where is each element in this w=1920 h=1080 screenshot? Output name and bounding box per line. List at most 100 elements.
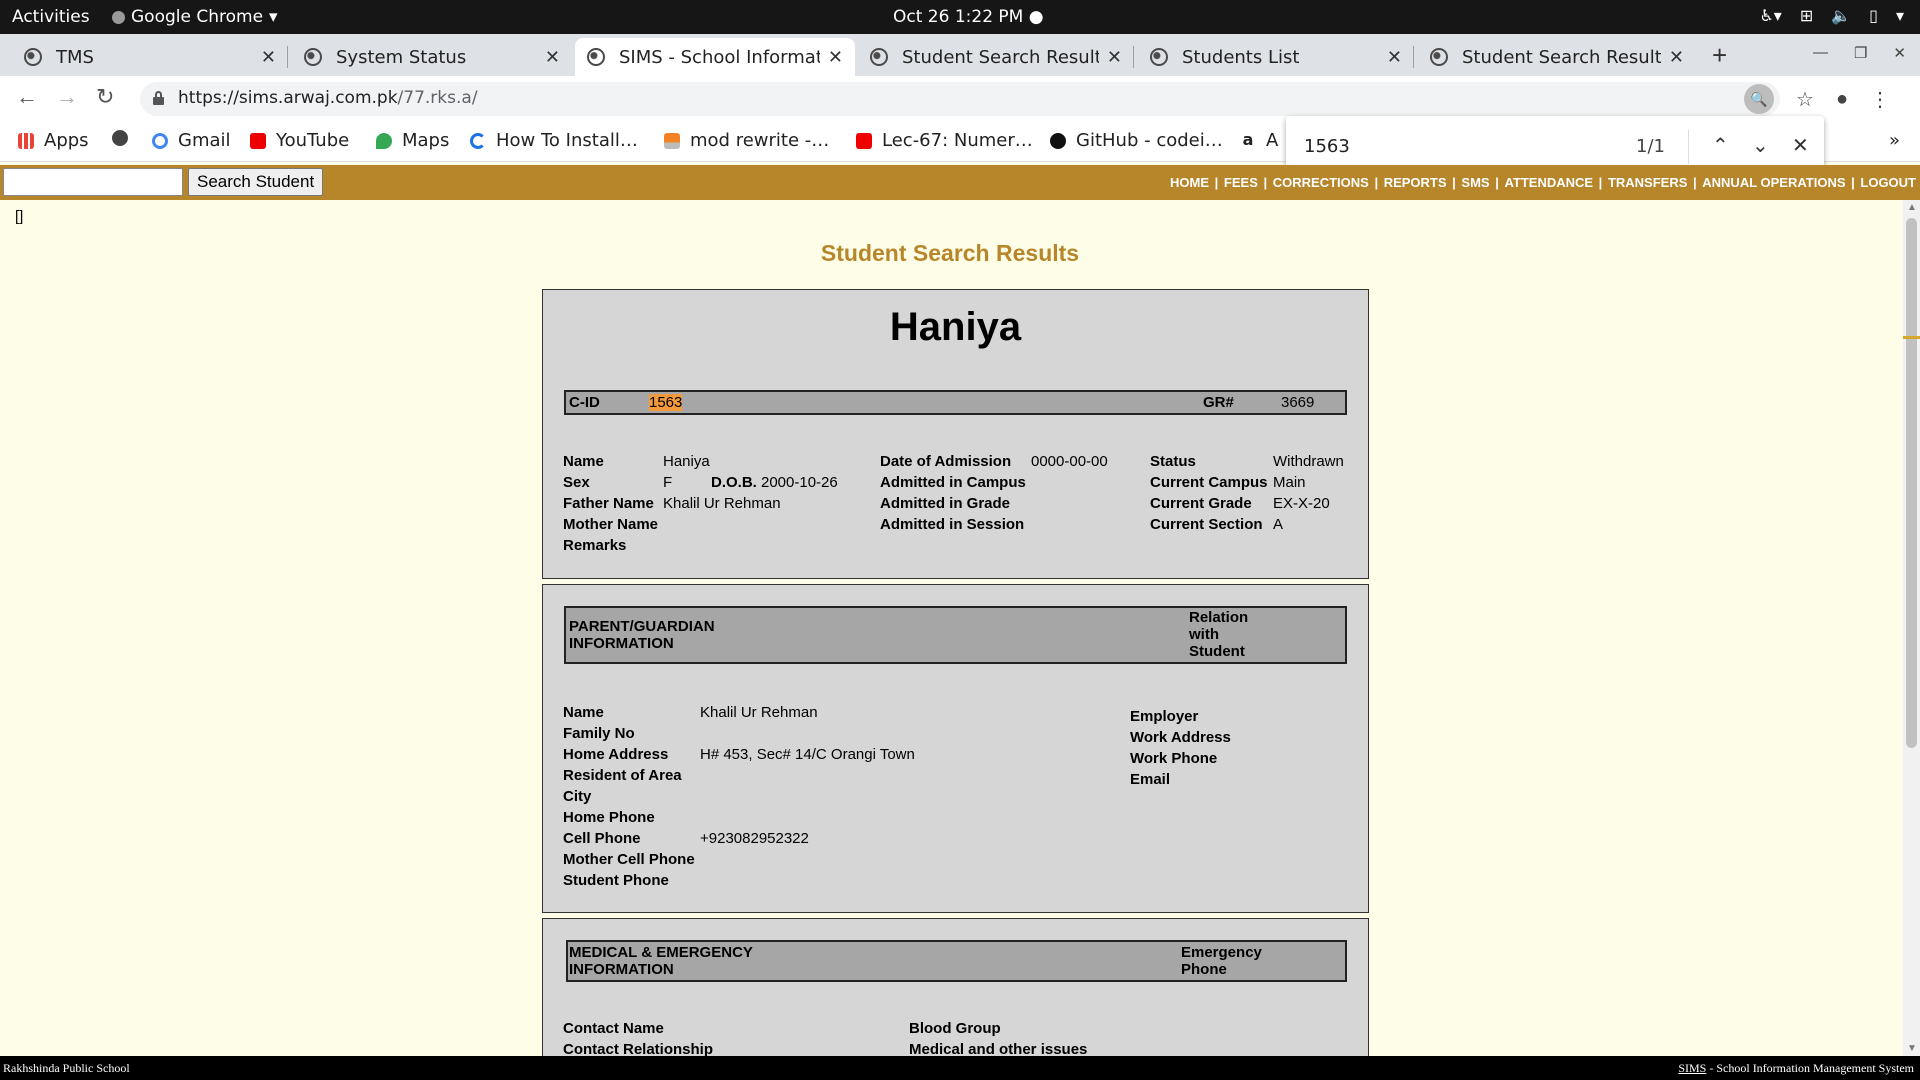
- close-icon[interactable]: ✕: [1107, 47, 1122, 68]
- tab-sims-active[interactable]: SIMS - School Informati ✕: [575, 38, 855, 76]
- find-close-icon[interactable]: ✕: [1792, 133, 1809, 157]
- loading-icon: [470, 132, 486, 149]
- bookmark-label: YouTube: [276, 130, 350, 151]
- tab-system-status[interactable]: System Status ✕: [292, 38, 572, 76]
- menu-corrections[interactable]: CORRECTIONS: [1273, 175, 1369, 190]
- url-text: https://sims.arwaj.com.pk/77.rks.a/: [178, 88, 478, 108]
- menu-home[interactable]: HOME: [1170, 175, 1209, 190]
- menu-fees[interactable]: FEES: [1224, 175, 1258, 190]
- bookmark-how-to-install[interactable]: How To Install…: [470, 130, 638, 151]
- minimize-icon[interactable]: —: [1813, 44, 1828, 62]
- relation-header-line: with: [1189, 626, 1219, 643]
- tab-title: Student Search Results: [902, 46, 1099, 68]
- bookmark-label: How To Install…: [496, 130, 638, 151]
- close-icon[interactable]: ✕: [828, 47, 843, 68]
- bookmark-label: A: [1266, 130, 1279, 151]
- profile-icon[interactable]: ●: [1836, 88, 1848, 111]
- restore-icon[interactable]: ❐: [1854, 44, 1867, 62]
- cid-value: 1563: [649, 394, 683, 411]
- tab-strip: TMS ✕ System Status ✕ SIMS - School Info…: [0, 34, 1920, 76]
- forward-icon[interactable]: →: [56, 84, 78, 110]
- menu-annual-operations[interactable]: ANNUAL OPERATIONS: [1702, 175, 1845, 190]
- medical-header-bar: MEDICAL & EMERGENCY INFORMATION Emergency…: [566, 940, 1347, 982]
- scroll-down-icon[interactable]: ▼: [1907, 1043, 1917, 1054]
- footer-credit: SIMS - School Information Management Sys…: [1678, 1061, 1914, 1076]
- field-value-current-campus: Main: [1273, 474, 1306, 491]
- app-menu[interactable]: Google Chrome ▾: [112, 7, 278, 27]
- find-next-icon[interactable]: ⌄: [1752, 133, 1769, 157]
- clock-text: Oct 26 1:22 PM: [893, 7, 1024, 27]
- sims-link[interactable]: SIMS: [1678, 1061, 1706, 1075]
- address-bar[interactable]: https://sims.arwaj.com.pk/77.rks.a/: [140, 82, 1780, 116]
- guardian-header-line: INFORMATION: [569, 635, 674, 652]
- bookmark-amazon[interactable]: a A: [1240, 130, 1279, 151]
- lock-icon[interactable]: [153, 91, 164, 105]
- bookmark-lec-67[interactable]: Lec-67: Numer…: [856, 130, 1033, 151]
- new-tab-button[interactable]: +: [1712, 40, 1727, 71]
- bookmark-maps[interactable]: Maps: [376, 130, 449, 151]
- bookmark-gmail[interactable]: Gmail: [152, 130, 231, 151]
- activities-button[interactable]: Activities: [12, 7, 90, 27]
- find-input[interactable]: 1563: [1304, 136, 1350, 157]
- close-window-icon[interactable]: ✕: [1893, 44, 1906, 62]
- relation-header-line: Relation: [1189, 609, 1249, 626]
- bookmarks-overflow-icon[interactable]: »: [1889, 130, 1900, 151]
- menu-transfers[interactable]: TRANSFERS: [1608, 175, 1687, 190]
- close-icon[interactable]: ✕: [261, 47, 276, 68]
- field-label-admitted-grade: Admitted in Grade: [880, 495, 1011, 512]
- clock[interactable]: Oct 26 1:22 PM ●: [893, 7, 1044, 27]
- scrollbar-thumb[interactable]: [1906, 218, 1917, 748]
- find-previous-icon[interactable]: ⌃: [1712, 133, 1729, 157]
- bookmark-youtube[interactable]: YouTube: [250, 130, 349, 151]
- medical-label-contact-name: Contact Name: [563, 1020, 664, 1037]
- emergency-phone-header: Emergency Phone: [1181, 944, 1262, 978]
- search-student-button[interactable]: Search Student: [188, 168, 324, 196]
- address-bar-actions: 🔍 ☆ ● ⋮: [1744, 84, 1890, 114]
- guardian-label-cell-phone: Cell Phone: [563, 830, 641, 847]
- close-icon[interactable]: ✕: [1669, 47, 1684, 68]
- menu-sms[interactable]: SMS: [1461, 175, 1489, 190]
- google-icon: [152, 132, 168, 149]
- reload-icon[interactable]: ↻: [96, 84, 114, 110]
- menu-attendance[interactable]: ATTENDANCE: [1504, 175, 1593, 190]
- back-icon[interactable]: ←: [16, 84, 38, 110]
- system-tray[interactable]: ♿▾ ⊞ 🔈 ▯ ▾: [1759, 6, 1904, 25]
- guardian-header-title: PARENT/GUARDIAN INFORMATION: [569, 618, 715, 652]
- find-divider: [1688, 130, 1689, 164]
- menu-logout[interactable]: LOGOUT: [1860, 175, 1916, 190]
- tab-title: Students List: [1182, 46, 1300, 68]
- gr-label: GR#: [1203, 394, 1234, 411]
- field-label-current-section: Current Section: [1150, 516, 1263, 533]
- close-icon[interactable]: ✕: [1387, 47, 1402, 68]
- page-scrollbar[interactable]: ▲ ▼: [1903, 200, 1920, 1056]
- menu-reports[interactable]: REPORTS: [1384, 175, 1447, 190]
- find-in-page-icon[interactable]: 🔍: [1744, 84, 1774, 114]
- id-bar: C-ID 1563 GR# 3669: [564, 390, 1347, 415]
- scroll-up-icon[interactable]: ▲: [1907, 202, 1917, 213]
- volume-icon: 🔈: [1831, 6, 1852, 25]
- find-count: 1/1: [1636, 136, 1665, 157]
- guardian-label-home-address: Home Address: [563, 746, 669, 763]
- bookmark-github[interactable]: GitHub - codei…: [1050, 130, 1223, 151]
- medical-header-line: MEDICAL & EMERGENCY: [569, 944, 753, 961]
- guardian-label-resident: Resident of Area: [563, 767, 682, 784]
- youtube-icon: [856, 132, 872, 149]
- close-icon[interactable]: ✕: [545, 47, 560, 68]
- tab-students-list[interactable]: Students List ✕: [1138, 38, 1414, 76]
- tab-student-search-results-2[interactable]: Student Search Results ✕: [1418, 38, 1696, 76]
- tab-student-search-results[interactable]: Student Search Results ✕: [858, 38, 1134, 76]
- field-label-admitted-session: Admitted in Session: [880, 516, 1025, 533]
- bookmark-globe[interactable]: [112, 130, 128, 146]
- field-value-sex: F: [663, 474, 673, 491]
- menu-kebab-icon[interactable]: ⋮: [1870, 87, 1890, 112]
- bookmark-apps[interactable]: Apps: [18, 130, 89, 151]
- guardian-label-work-phone: Work Phone: [1130, 750, 1218, 767]
- bookmark-mod-rewrite[interactable]: mod rewrite -…: [664, 130, 829, 151]
- accessibility-icon[interactable]: ♿▾: [1759, 6, 1781, 25]
- globe-icon: [304, 48, 322, 66]
- bookmark-star-icon[interactable]: ☆: [1796, 87, 1814, 112]
- field-value-current-grade: EX-X-20: [1273, 495, 1330, 512]
- field-label-mother: Mother Name: [563, 516, 659, 533]
- tab-tms[interactable]: TMS ✕: [12, 38, 288, 76]
- student-search-input[interactable]: [3, 168, 183, 196]
